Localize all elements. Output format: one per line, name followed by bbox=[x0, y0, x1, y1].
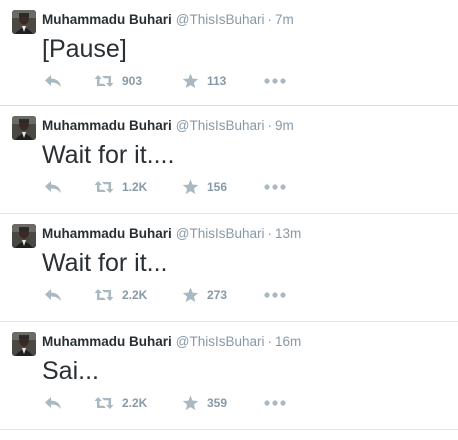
favorite-count: 156 bbox=[207, 180, 228, 194]
more-options-button[interactable] bbox=[264, 393, 286, 413]
tweet-text: Wait for it... bbox=[42, 249, 168, 277]
more-dots-icon bbox=[264, 400, 286, 406]
star-icon bbox=[182, 179, 199, 195]
tweet-text: [Pause] bbox=[42, 35, 127, 63]
tweet-header: Muhammadu Buhari @ThisIsBuhari · 9m bbox=[42, 117, 294, 135]
user-avatar[interactable] bbox=[12, 332, 36, 356]
separator-dot: · bbox=[267, 12, 273, 27]
tweet-text: Sai... bbox=[42, 357, 99, 385]
retweet-count: 2.2K bbox=[122, 288, 148, 302]
reply-button[interactable] bbox=[44, 285, 62, 305]
retweet-count: 2.2K bbox=[122, 396, 148, 410]
author-handle[interactable]: @ThisIsBuhari bbox=[176, 12, 265, 27]
tweet-header: Muhammadu Buhari @ThisIsBuhari · 16m bbox=[42, 333, 301, 351]
tweet-timestamp[interactable]: 16m bbox=[275, 334, 301, 349]
retweet-button[interactable]: 903 bbox=[94, 71, 142, 91]
tweet-item: Muhammadu Buhari @ThisIsBuhari · 13m Wait f… bbox=[0, 214, 458, 322]
reply-icon bbox=[45, 75, 61, 87]
author-handle[interactable]: @ThisIsBuhari bbox=[176, 226, 265, 241]
retweet-icon bbox=[94, 289, 114, 301]
star-icon bbox=[182, 395, 199, 411]
author-name[interactable]: Muhammadu Buhari bbox=[42, 334, 172, 349]
tweet-timeline: Muhammadu Buhari @ThisIsBuhari · 7m [Pause]… bbox=[0, 0, 458, 430]
author-name[interactable]: Muhammadu Buhari bbox=[42, 118, 172, 133]
reply-icon bbox=[45, 181, 61, 193]
favorite-button[interactable]: 273 bbox=[182, 285, 227, 305]
tweet-timestamp[interactable]: 9m bbox=[275, 118, 294, 133]
author-handle[interactable]: @ThisIsBuhari bbox=[176, 334, 265, 349]
retweet-icon bbox=[94, 75, 114, 87]
retweet-count: 1.2K bbox=[122, 180, 148, 194]
tweet-header: Muhammadu Buhari @ThisIsBuhari · 7m bbox=[42, 11, 294, 29]
tweet-actions: 1.2K 156 bbox=[42, 177, 422, 197]
user-avatar[interactable] bbox=[12, 10, 36, 34]
tweet-actions: 2.2K 273 bbox=[42, 285, 422, 305]
separator-dot: · bbox=[267, 334, 273, 349]
favorite-button[interactable]: 156 bbox=[182, 177, 227, 197]
retweet-icon bbox=[94, 397, 114, 409]
author-handle[interactable]: @ThisIsBuhari bbox=[176, 118, 265, 133]
favorite-count: 113 bbox=[207, 74, 227, 88]
retweet-button[interactable]: 1.2K bbox=[94, 177, 147, 197]
favorite-count: 359 bbox=[207, 396, 228, 410]
separator-dot: · bbox=[267, 226, 273, 241]
reply-icon bbox=[45, 397, 61, 409]
tweet-actions: 903 113 bbox=[42, 71, 422, 91]
favorite-count: 273 bbox=[207, 288, 228, 302]
retweet-count: 903 bbox=[122, 74, 143, 88]
tweet-item: Muhammadu Buhari @ThisIsBuhari · 7m [Pause]… bbox=[0, 0, 458, 106]
reply-button[interactable] bbox=[44, 71, 62, 91]
more-dots-icon bbox=[264, 78, 286, 84]
user-avatar[interactable] bbox=[12, 116, 36, 140]
favorite-button[interactable]: 359 bbox=[182, 393, 227, 413]
tweet-header: Muhammadu Buhari @ThisIsBuhari · 13m bbox=[42, 225, 301, 243]
reply-icon bbox=[45, 289, 61, 301]
tweet-timestamp[interactable]: 7m bbox=[275, 12, 294, 27]
tweet-timestamp[interactable]: 13m bbox=[275, 226, 301, 241]
more-dots-icon bbox=[264, 292, 286, 298]
tweet-text: Wait for it.... bbox=[42, 141, 175, 169]
star-icon bbox=[182, 287, 199, 303]
favorite-button[interactable]: 113 bbox=[182, 71, 226, 91]
tweet-item: Muhammadu Buhari @ThisIsBuhari · 9m Wait fo… bbox=[0, 106, 458, 214]
retweet-button[interactable]: 2.2K bbox=[94, 393, 147, 413]
separator-dot: · bbox=[267, 118, 273, 133]
star-icon bbox=[182, 73, 199, 89]
more-options-button[interactable] bbox=[264, 177, 286, 197]
reply-button[interactable] bbox=[44, 393, 62, 413]
retweet-button[interactable]: 2.2K bbox=[94, 285, 147, 305]
author-name[interactable]: Muhammadu Buhari bbox=[42, 12, 172, 27]
more-dots-icon bbox=[264, 184, 286, 190]
tweet-actions: 2.2K 359 bbox=[42, 393, 422, 413]
more-options-button[interactable] bbox=[264, 285, 286, 305]
tweet-item: Muhammadu Buhari @ThisIsBuhari · 16m Sai...… bbox=[0, 322, 458, 430]
retweet-icon bbox=[94, 181, 114, 193]
user-avatar[interactable] bbox=[12, 224, 36, 248]
more-options-button[interactable] bbox=[264, 71, 286, 91]
reply-button[interactable] bbox=[44, 177, 62, 197]
author-name[interactable]: Muhammadu Buhari bbox=[42, 226, 172, 241]
